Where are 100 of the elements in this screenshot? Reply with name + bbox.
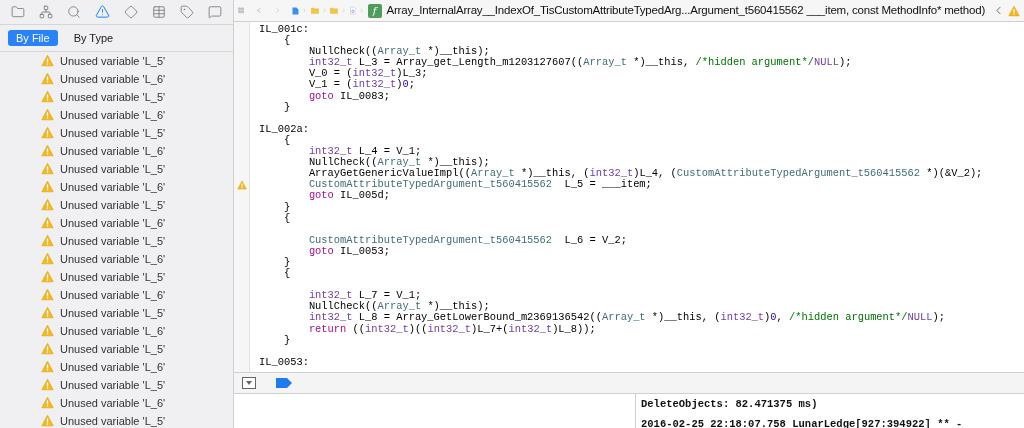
issue-row[interactable]: Unused variable 'L_5'	[0, 267, 233, 286]
folder-icon[interactable]	[310, 4, 319, 17]
toggle-panel-icon[interactable]	[242, 377, 256, 389]
issue-text: Unused variable 'L_6'	[60, 215, 166, 231]
warning-icon	[41, 126, 54, 140]
code-line: }	[282, 334, 291, 346]
code-line: CustomAttributeTypedArgument_t560415562 L_5 = ___item;	[307, 179, 652, 191]
code-line: int32_t L_8 = Array_GetLowerBound_m2369136542((Array_t *)__this, (int32_t)0, /*hidden argument*/NULL);	[307, 312, 945, 324]
warning-icon	[41, 162, 54, 176]
warning-icon	[41, 234, 54, 248]
code-line: IL_001c:	[258, 24, 309, 35]
issue-text: Unused variable 'L_6'	[60, 395, 166, 411]
issue-text: Unused variable 'L_5'	[60, 341, 166, 357]
warning-icon	[41, 216, 54, 230]
filter-tab[interactable]: By File	[8, 29, 58, 46]
code-line: goto IL_005d;	[307, 190, 390, 202]
issue-row[interactable]: Unused variable 'L_6'	[0, 285, 233, 304]
issue-row[interactable]: Unused variable 'L_5'	[0, 411, 233, 428]
issue-text: Unused variable 'L_5'	[60, 413, 166, 428]
warning-icon	[41, 414, 54, 428]
issue-row[interactable]: Unused variable 'L_6'	[0, 393, 233, 412]
code-line: NullCheck((Array_t *)__this);	[307, 301, 490, 313]
issue-row[interactable]: Unused variable 'L_6'	[0, 141, 233, 160]
search-icon[interactable]	[67, 4, 81, 19]
issue-row[interactable]: Unused variable 'L_5'	[0, 303, 233, 322]
folder-icon[interactable]	[11, 4, 25, 19]
code-line: int32_t L_4 = V_1;	[307, 146, 422, 158]
issue-text: Unused variable 'L_5'	[60, 269, 166, 285]
code-line: int32_t L_3 = Array_get_Length_m1203127607((Array_t *)__this, /*hidden argument*/NULL);	[307, 57, 852, 69]
issue-row[interactable]: Unused variable 'L_6'	[0, 69, 233, 88]
warning-icon	[41, 270, 54, 284]
filter-tab[interactable]: By Type	[65, 29, 122, 46]
code-line: ArrayGetGenericValueImpl((Array_t *)__this, (int32_t)L_4, (CustomAttributeTypedArgument_t560415562 *)(&V_2);	[307, 168, 983, 180]
issue-row[interactable]: Unused variable 'L_5'	[0, 87, 233, 106]
issue-row[interactable]: Unused variable 'L_5'	[0, 339, 233, 358]
issue-row[interactable]: Unused variable 'L_5'	[0, 51, 233, 70]
code-line: int32_t L_7 = V_1;	[307, 290, 422, 302]
table-icon[interactable]	[152, 4, 166, 19]
grid-icon[interactable]	[238, 4, 245, 17]
issue-row[interactable]: Unused variable 'L_5'	[0, 375, 233, 394]
issue-row[interactable]: Unused variable 'L_6'	[0, 357, 233, 376]
issue-text: Unused variable 'L_5'	[60, 125, 166, 141]
diamond-icon[interactable]	[124, 4, 138, 19]
console-text: DeleteObjects: 82.471375 ms)	[641, 398, 819, 410]
issue-text: Unused variable 'L_6'	[60, 359, 166, 375]
issue-text: Unused variable 'L_6'	[60, 71, 166, 87]
issue-row[interactable]: Unused variable 'L_6'	[0, 177, 233, 196]
issue-text: Unused variable 'L_5'	[60, 377, 166, 393]
code-line: CustomAttributeTypedArgument_t560415562 L_6 = V_2;	[307, 234, 627, 246]
breakpoint-icon[interactable]	[276, 378, 292, 388]
issue-text: Unused variable 'L_6'	[60, 323, 166, 339]
warning-icon	[41, 306, 54, 320]
warning-icon	[41, 144, 54, 158]
issue-row[interactable]: Unused variable 'L_5'	[0, 231, 233, 250]
tag-icon[interactable]	[180, 4, 194, 19]
issue-text: Unused variable 'L_6'	[60, 287, 166, 303]
issue-row[interactable]: Unused variable 'L_6'	[0, 249, 233, 268]
code-line: return ((int32_t)((int32_t)L_7+(int32_t)L_8));	[307, 323, 596, 335]
issue-row[interactable]: Unused variable 'L_5'	[0, 159, 233, 178]
code-line: NullCheck((Array_t *)__this);	[307, 46, 490, 58]
source-file-icon[interactable]	[349, 3, 357, 18]
issue-text: Unused variable 'L_5'	[60, 233, 166, 249]
folder-icon[interactable]	[330, 4, 339, 17]
warning-icon	[41, 54, 54, 68]
hierarchy-icon[interactable]	[39, 4, 53, 19]
comment-icon[interactable]	[208, 4, 222, 19]
code-line: }	[282, 101, 291, 113]
issue-text: Unused variable 'L_5'	[60, 197, 166, 213]
warning-icon[interactable]	[95, 4, 110, 20]
warning-icon	[41, 378, 54, 392]
warning-icon	[41, 324, 54, 338]
code-line: {	[282, 212, 291, 224]
issue-text: Unused variable 'L_6'	[60, 107, 166, 123]
issue-text: Unused variable 'L_5'	[60, 89, 166, 105]
issue-row[interactable]: Unused variable 'L_6'	[0, 105, 233, 124]
issue-text: Unused variable 'L_5'	[60, 53, 166, 69]
code-line: goto IL_0053;	[307, 245, 390, 257]
warning-icon	[41, 198, 54, 212]
issue-text: Unused variable 'L_6'	[60, 143, 166, 159]
warning-icon	[41, 108, 54, 122]
issue-row[interactable]: Unused variable 'L_5'	[0, 123, 233, 142]
warning-icon	[41, 342, 54, 356]
code-line: goto IL_0083;	[307, 90, 390, 102]
warning-icon	[41, 396, 54, 410]
code-line: }	[282, 201, 291, 213]
warning-icon	[41, 360, 54, 374]
code-line: IL_002a:	[258, 123, 309, 135]
warning-icon	[41, 288, 54, 302]
warning-icon	[1008, 4, 1021, 17]
issue-text: Unused variable 'L_6'	[60, 251, 166, 267]
code-line: {	[282, 268, 291, 280]
breadcrumb-title[interactable]: Array_InternalArray__IndexOf_TisCustomAttributeTypedArg...Argument_t560415562 ___item, const MethodInfo* method)	[386, 1, 986, 20]
issue-text: Unused variable 'L_6'	[60, 179, 166, 195]
function-badge: f	[367, 3, 382, 18]
code-line: {	[282, 35, 291, 47]
warning-icon	[41, 72, 54, 86]
issue-row[interactable]: Unused variable 'L_6'	[0, 321, 233, 340]
issue-row[interactable]: Unused variable 'L_5'	[0, 195, 233, 214]
code-line: V_1 = (int32_t)0;	[307, 79, 415, 91]
issue-row[interactable]: Unused variable 'L_6'	[0, 213, 233, 232]
